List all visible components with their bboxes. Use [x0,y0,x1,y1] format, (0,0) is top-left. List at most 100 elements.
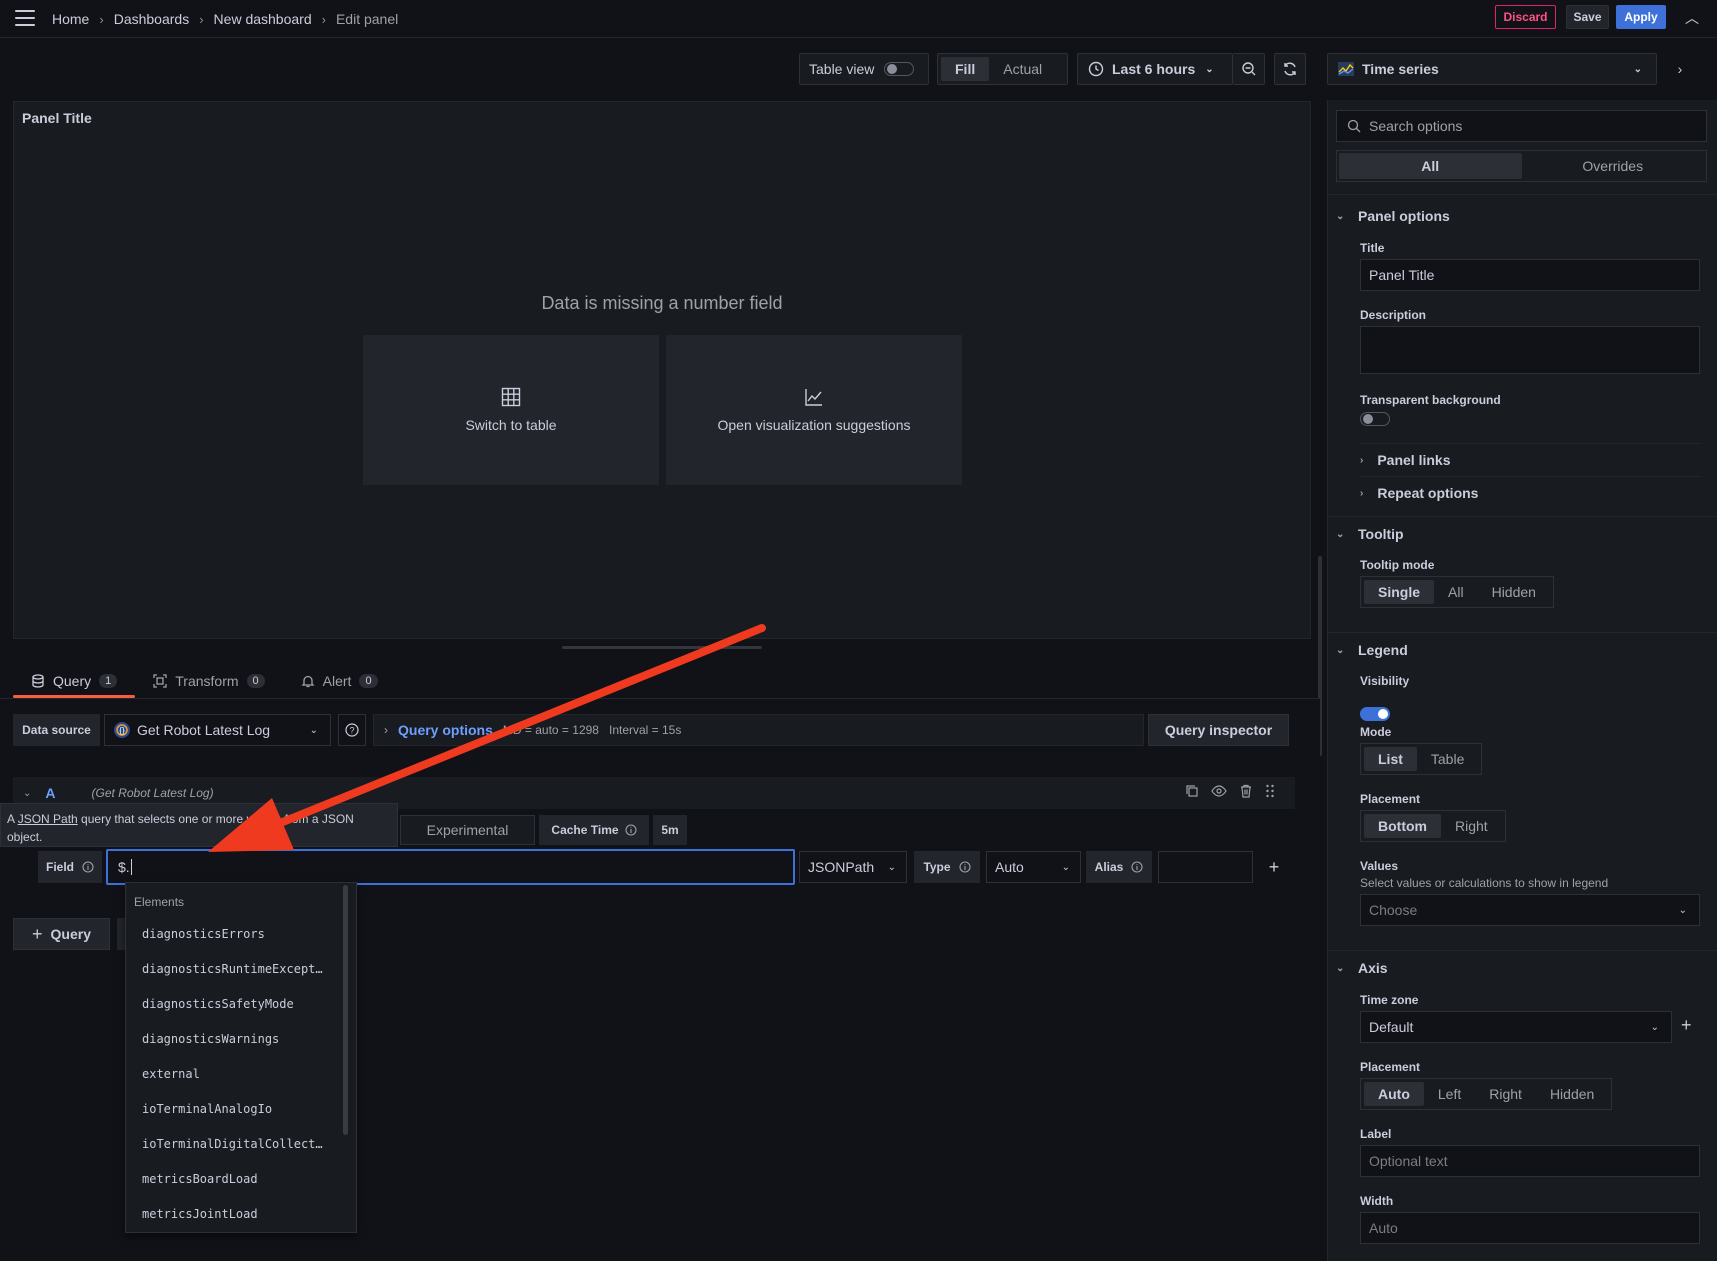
query-row-letter[interactable]: A [45,785,55,801]
tab-transform[interactable]: Transform 0 [135,664,282,698]
query-language-select[interactable]: JSONPath ⌄ [799,851,907,883]
autocomplete-item[interactable]: diagnosticsSafetyMode [126,987,344,1022]
menu-icon[interactable] [15,10,35,26]
table-view-toggle[interactable]: Table view [799,53,929,85]
chart-line-icon [805,389,822,406]
add-field-button[interactable]: + [1259,851,1289,883]
section-panel-links[interactable]: › Panel links [1360,449,1451,471]
fill-option[interactable]: Fill [941,57,990,81]
chevron-down-icon[interactable]: ⌄ [23,788,31,799]
autocomplete-item[interactable]: diagnosticsWarnings [126,1022,344,1057]
autocomplete-item[interactable]: metricsJointLoad [126,1197,344,1232]
tab-all[interactable]: All [1339,153,1522,179]
description-textarea[interactable] [1360,326,1700,374]
duplicate-icon[interactable] [1185,784,1199,798]
type-select[interactable]: Auto ⌄ [986,851,1081,883]
time-range-picker[interactable]: Last 6 hours ⌄ [1077,53,1233,85]
chevron-down-icon: ⌄ [309,724,318,736]
tooltip-mode-all[interactable]: All [1434,580,1478,604]
divider [1327,950,1717,951]
autocomplete-item[interactable]: ioTerminalAnalogIo [126,1092,344,1127]
info-icon[interactable] [82,861,94,873]
add-time-zone-button[interactable]: + [1681,1015,1692,1036]
axis-width-input[interactable]: Auto [1360,1212,1700,1244]
query-inspector-button[interactable]: Query inspector [1148,714,1289,746]
tab-alert-count: 0 [359,674,378,688]
section-repeat-options-label: Repeat options [1377,485,1479,501]
axis-placement-right[interactable]: Right [1475,1082,1536,1106]
tab-query[interactable]: Query 1 [13,664,136,698]
axis-placement-left[interactable]: Left [1424,1082,1475,1106]
info-icon[interactable] [959,861,971,873]
title-input[interactable]: Panel Title [1360,259,1700,291]
transparent-background-switch[interactable] [1360,412,1390,426]
tab-overrides[interactable]: Overrides [1522,153,1705,179]
chevron-right-icon[interactable]: › [1664,53,1696,85]
visualization-picker[interactable]: Time series ⌄ [1327,53,1657,85]
tab-alert[interactable]: Alert 0 [283,664,396,698]
svg-text:?: ? [349,726,354,736]
autocomplete-item[interactable]: ioTerminalDigitalCollect… [126,1127,344,1162]
chevron-down-icon: ⌄ [887,861,896,873]
fill-actual-toggle: Fill Actual [937,53,1068,85]
zoom-out-button[interactable] [1233,53,1265,85]
legend-visibility-switch[interactable] [1360,707,1390,721]
chevron-down-icon: ⌄ [1336,644,1345,656]
trash-icon[interactable] [1239,784,1253,798]
chevron-up-icon[interactable]: ︿ [1682,8,1702,28]
help-icon[interactable]: ? [338,714,366,746]
autocomplete-item[interactable]: metricsBoardLoad [126,1162,344,1197]
section-axis-label: Axis [1358,960,1388,976]
switch-to-table-button[interactable]: Switch to table [363,335,659,485]
tooltip-mode-single[interactable]: Single [1364,580,1435,604]
tooltip-json-path-link[interactable]: JSON Path [18,812,78,826]
search-options-input[interactable]: Search options [1336,110,1707,142]
axis-placement-label: Placement [1360,1060,1421,1074]
legend-mode-list[interactable]: List [1364,747,1417,771]
breadcrumb-new-dashboard[interactable]: New dashboard [214,11,312,27]
time-zone-select[interactable]: Default ⌄ [1360,1011,1672,1043]
save-button[interactable]: Save [1566,5,1609,29]
autocomplete-item[interactable]: diagnosticsErrors [126,917,344,952]
cache-time-value[interactable]: 5m [653,815,687,845]
axis-label-input[interactable]: Optional text [1360,1145,1700,1177]
breadcrumb-dashboards[interactable]: Dashboards [114,11,190,27]
legend-placement-bottom[interactable]: Bottom [1364,814,1441,838]
axis-placement-hidden[interactable]: Hidden [1536,1082,1608,1106]
section-legend[interactable]: ⌄ Legend [1336,639,1408,661]
section-repeat-options[interactable]: › Repeat options [1360,482,1478,504]
values-select[interactable]: Choose ⌄ [1360,894,1700,926]
section-axis[interactable]: ⌄ Axis [1336,957,1388,979]
section-tooltip[interactable]: ⌄ Tooltip [1336,523,1404,545]
refresh-button[interactable] [1274,53,1306,85]
open-visualization-suggestions-button[interactable]: Open visualization suggestions [666,335,962,485]
type-label: Type [914,851,980,883]
table-view-switch[interactable] [884,62,915,76]
dropdown-scrollbar[interactable] [343,885,348,1135]
query-options-bar[interactable]: › Query options MD = auto = 1298 Interva… [373,714,1144,746]
breadcrumb-home[interactable]: Home [52,11,89,27]
info-icon[interactable] [1131,861,1143,873]
datasource-select[interactable]: {} Get Robot Latest Log ⌄ [104,714,331,746]
drag-handle-icon[interactable] [1265,784,1275,798]
section-panel-options[interactable]: ⌄ Panel options [1336,205,1450,227]
autocomplete-item[interactable]: external [126,1057,344,1092]
apply-button[interactable]: Apply [1616,5,1666,29]
alias-input[interactable] [1158,851,1253,883]
field-input[interactable]: $. [106,849,795,885]
eye-icon[interactable] [1211,784,1227,798]
discard-button[interactable]: Discard [1495,5,1556,29]
axis-placement-auto[interactable]: Auto [1364,1082,1424,1106]
datasource-label: Data source [13,714,100,746]
add-query-button[interactable]: + Query [13,918,110,950]
legend-mode-table[interactable]: Table [1417,747,1478,771]
experimental-tab[interactable]: Experimental [400,815,535,845]
tooltip-mode-hidden[interactable]: Hidden [1478,580,1550,604]
query-options-link[interactable]: Query options [398,722,493,738]
query-row-datasource: (Get Robot Latest Log) [91,786,214,800]
panel-resize-handle[interactable] [562,646,762,649]
autocomplete-item[interactable]: diagnosticsRuntimeExcept… [126,952,344,987]
legend-placement-right[interactable]: Right [1441,814,1502,838]
actual-option[interactable]: Actual [989,57,1056,81]
info-icon[interactable] [625,824,637,836]
